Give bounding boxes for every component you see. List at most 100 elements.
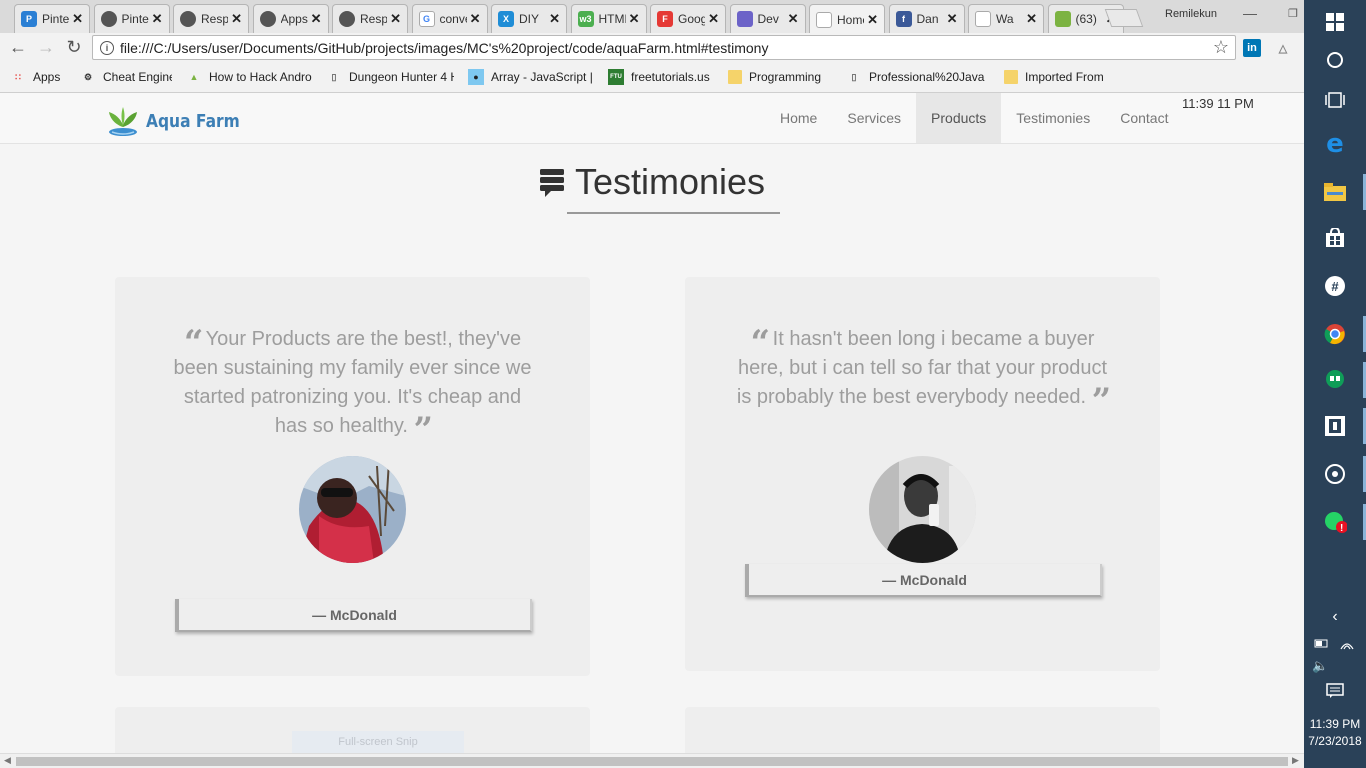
browser-tab[interactable]: Responsive✕	[173, 4, 249, 33]
tab-close-icon[interactable]: ✕	[152, 11, 163, 27]
info-icon[interactable]: i	[100, 40, 114, 55]
tab-title: Home	[837, 12, 864, 27]
url-text[interactable]: file:///C:/Users/user/Documents/GitHub/p…	[120, 40, 1213, 56]
bookmark-item[interactable]: FTU freetutorials.us	[608, 69, 714, 85]
testimony-card	[685, 707, 1160, 753]
browser-toolbar: ← → ↻ i file:///C:/Users/user/Documents/…	[0, 33, 1304, 62]
bookmark-item[interactable]: Programming	[728, 70, 832, 84]
bookmark-star-icon[interactable]: ☆	[1213, 37, 1229, 58]
tab-close-icon[interactable]: ✕	[788, 11, 799, 27]
store-icon[interactable]	[1304, 216, 1366, 260]
scroll-right-icon[interactable]: ▶	[1292, 755, 1299, 766]
gear-icon: ⚙	[83, 71, 93, 82]
bookmark-item[interactable]: ▲ How to Hack Androi	[186, 69, 312, 85]
chrome-icon[interactable]	[1304, 312, 1366, 356]
browser-tab[interactable]: Apps ✕	[252, 4, 329, 33]
profile-name[interactable]: Remilekun	[1165, 8, 1217, 20]
show-hidden-icons-icon[interactable]: ‹	[1304, 608, 1366, 626]
tab-title: DIY	[519, 12, 540, 26]
browser-tab[interactable]: Pinterest✕	[93, 4, 170, 33]
reload-button[interactable]: ↻	[63, 37, 85, 57]
tab-close-icon[interactable]: ✕	[629, 11, 640, 27]
tab-close-icon[interactable]: ✕	[72, 11, 83, 27]
scroll-left-icon[interactable]: ◀	[4, 755, 11, 766]
browser-tab[interactable]: Gconvert✕	[411, 4, 488, 33]
taskbar-date[interactable]: 7/23/2018	[1304, 734, 1366, 748]
tab-favicon-icon	[100, 11, 117, 27]
browser-tab[interactable]: F Google✕	[650, 4, 726, 33]
bookmark-item[interactable]: ⚙ Cheat Engine	[80, 69, 172, 85]
media-player-icon[interactable]	[1304, 452, 1366, 496]
comments-icon	[539, 169, 564, 197]
nav-link-testimonies[interactable]: Testimonies	[1001, 93, 1105, 143]
page-clock: 11:39 11 PM	[1182, 96, 1254, 111]
nav-link-home[interactable]: Home	[765, 93, 832, 143]
minimize-icon[interactable]: —	[1243, 5, 1257, 21]
browser-tab[interactable]: Home✕	[809, 4, 885, 34]
tab-title: Responsive	[201, 12, 228, 26]
quote-close-icon: ”	[1091, 381, 1111, 421]
address-bar[interactable]: i file:///C:/Users/user/Documents/GitHub…	[92, 35, 1236, 60]
nav-link-contact[interactable]: Contact	[1105, 93, 1183, 143]
bookmark-item[interactable]: ▯ Professional%20Java	[846, 69, 990, 85]
page-icon: ▯	[331, 71, 337, 82]
tab-favicon-icon	[975, 11, 991, 27]
app-window-icon[interactable]	[1304, 404, 1366, 448]
bookmark-label: freetutorials.us	[631, 70, 710, 84]
tab-close-icon[interactable]: ✕	[549, 11, 560, 27]
tab-title: Dev	[757, 12, 779, 26]
bookmark-label: How to Hack Androi	[209, 70, 312, 84]
avatar	[869, 456, 976, 563]
bookmark-item[interactable]: ▯ Dungeon Hunter 4 H	[326, 69, 454, 85]
bookmark-label: Array - JavaScript | M	[491, 70, 594, 84]
brand-name: Aqua Farm	[146, 110, 240, 132]
apps-grid-icon: ∷	[15, 71, 21, 82]
tab-close-icon[interactable]: ✕	[1026, 11, 1037, 27]
tab-close-icon[interactable]: ✕	[470, 11, 481, 27]
horizontal-scrollbar[interactable]: ◀ ▶	[0, 753, 1304, 768]
bookmark-item[interactable]: ● Array - JavaScript | M	[468, 69, 594, 85]
new-tab-button[interactable]	[1104, 9, 1144, 27]
drive-extension-icon[interactable]: △	[1274, 39, 1292, 57]
tab-close-icon[interactable]: ✕	[867, 12, 878, 28]
bookmark-item[interactable]: Imported From IE	[1004, 70, 1104, 84]
whatsapp-icon[interactable]: !	[1304, 500, 1366, 544]
edge-icon[interactable]: e	[1304, 122, 1366, 166]
browser-tab[interactable]: Dev ✕	[729, 4, 806, 33]
tab-close-icon[interactable]: ✕	[390, 11, 401, 27]
tray-battery-network[interactable]	[1304, 636, 1366, 657]
slack-icon[interactable]: #	[1304, 264, 1366, 308]
aqua-farm-logo-icon	[109, 107, 137, 136]
tab-close-icon[interactable]: ✕	[231, 11, 242, 27]
taskbar-time[interactable]: 11:39 PM	[1304, 717, 1366, 731]
action-center-icon[interactable]	[1304, 683, 1366, 704]
restore-icon[interactable]: ❐	[1288, 7, 1298, 20]
tab-close-icon[interactable]: ✕	[708, 11, 719, 27]
forward-button[interactable]: →	[35, 37, 57, 57]
nav-link-services[interactable]: Services	[832, 93, 916, 143]
testimony-author: — McDonald	[745, 564, 1102, 597]
tab-close-icon[interactable]: ✕	[311, 11, 322, 27]
back-button[interactable]: ←	[7, 37, 29, 57]
browser-tab[interactable]: Wa ✕	[968, 4, 1044, 33]
scrollbar-thumb[interactable]	[16, 757, 1288, 766]
volume-icon[interactable]: 🔈	[1304, 658, 1366, 674]
browser-tab[interactable]: w3 HTML✕	[570, 4, 647, 33]
testimony-author: — McDonald	[175, 599, 532, 632]
browser-tab[interactable]: Responsive✕	[332, 4, 408, 33]
browser-tab[interactable]: P Pinterest✕	[14, 4, 90, 33]
site-logo[interactable]: Aqua Farm	[104, 105, 255, 137]
tab-favicon-icon: P	[21, 11, 37, 27]
quote-open-icon: “	[750, 323, 770, 363]
task-view-icon[interactable]	[1304, 78, 1366, 122]
hangouts-icon[interactable]	[1304, 358, 1366, 402]
bookmark-item[interactable]: ∷ Apps	[10, 69, 66, 85]
nav-link-products[interactable]: Products	[916, 93, 1002, 143]
tab-close-icon[interactable]: ✕	[947, 11, 958, 27]
linkedin-extension-icon[interactable]: in	[1243, 39, 1261, 57]
file-explorer-icon[interactable]	[1304, 170, 1366, 214]
cortana-icon[interactable]	[1304, 38, 1366, 82]
browser-tab[interactable]: X DIY ✕	[491, 4, 567, 33]
browser-tab[interactable]: f Dan ✕	[888, 4, 965, 33]
tab-favicon-icon: w3	[577, 11, 594, 27]
